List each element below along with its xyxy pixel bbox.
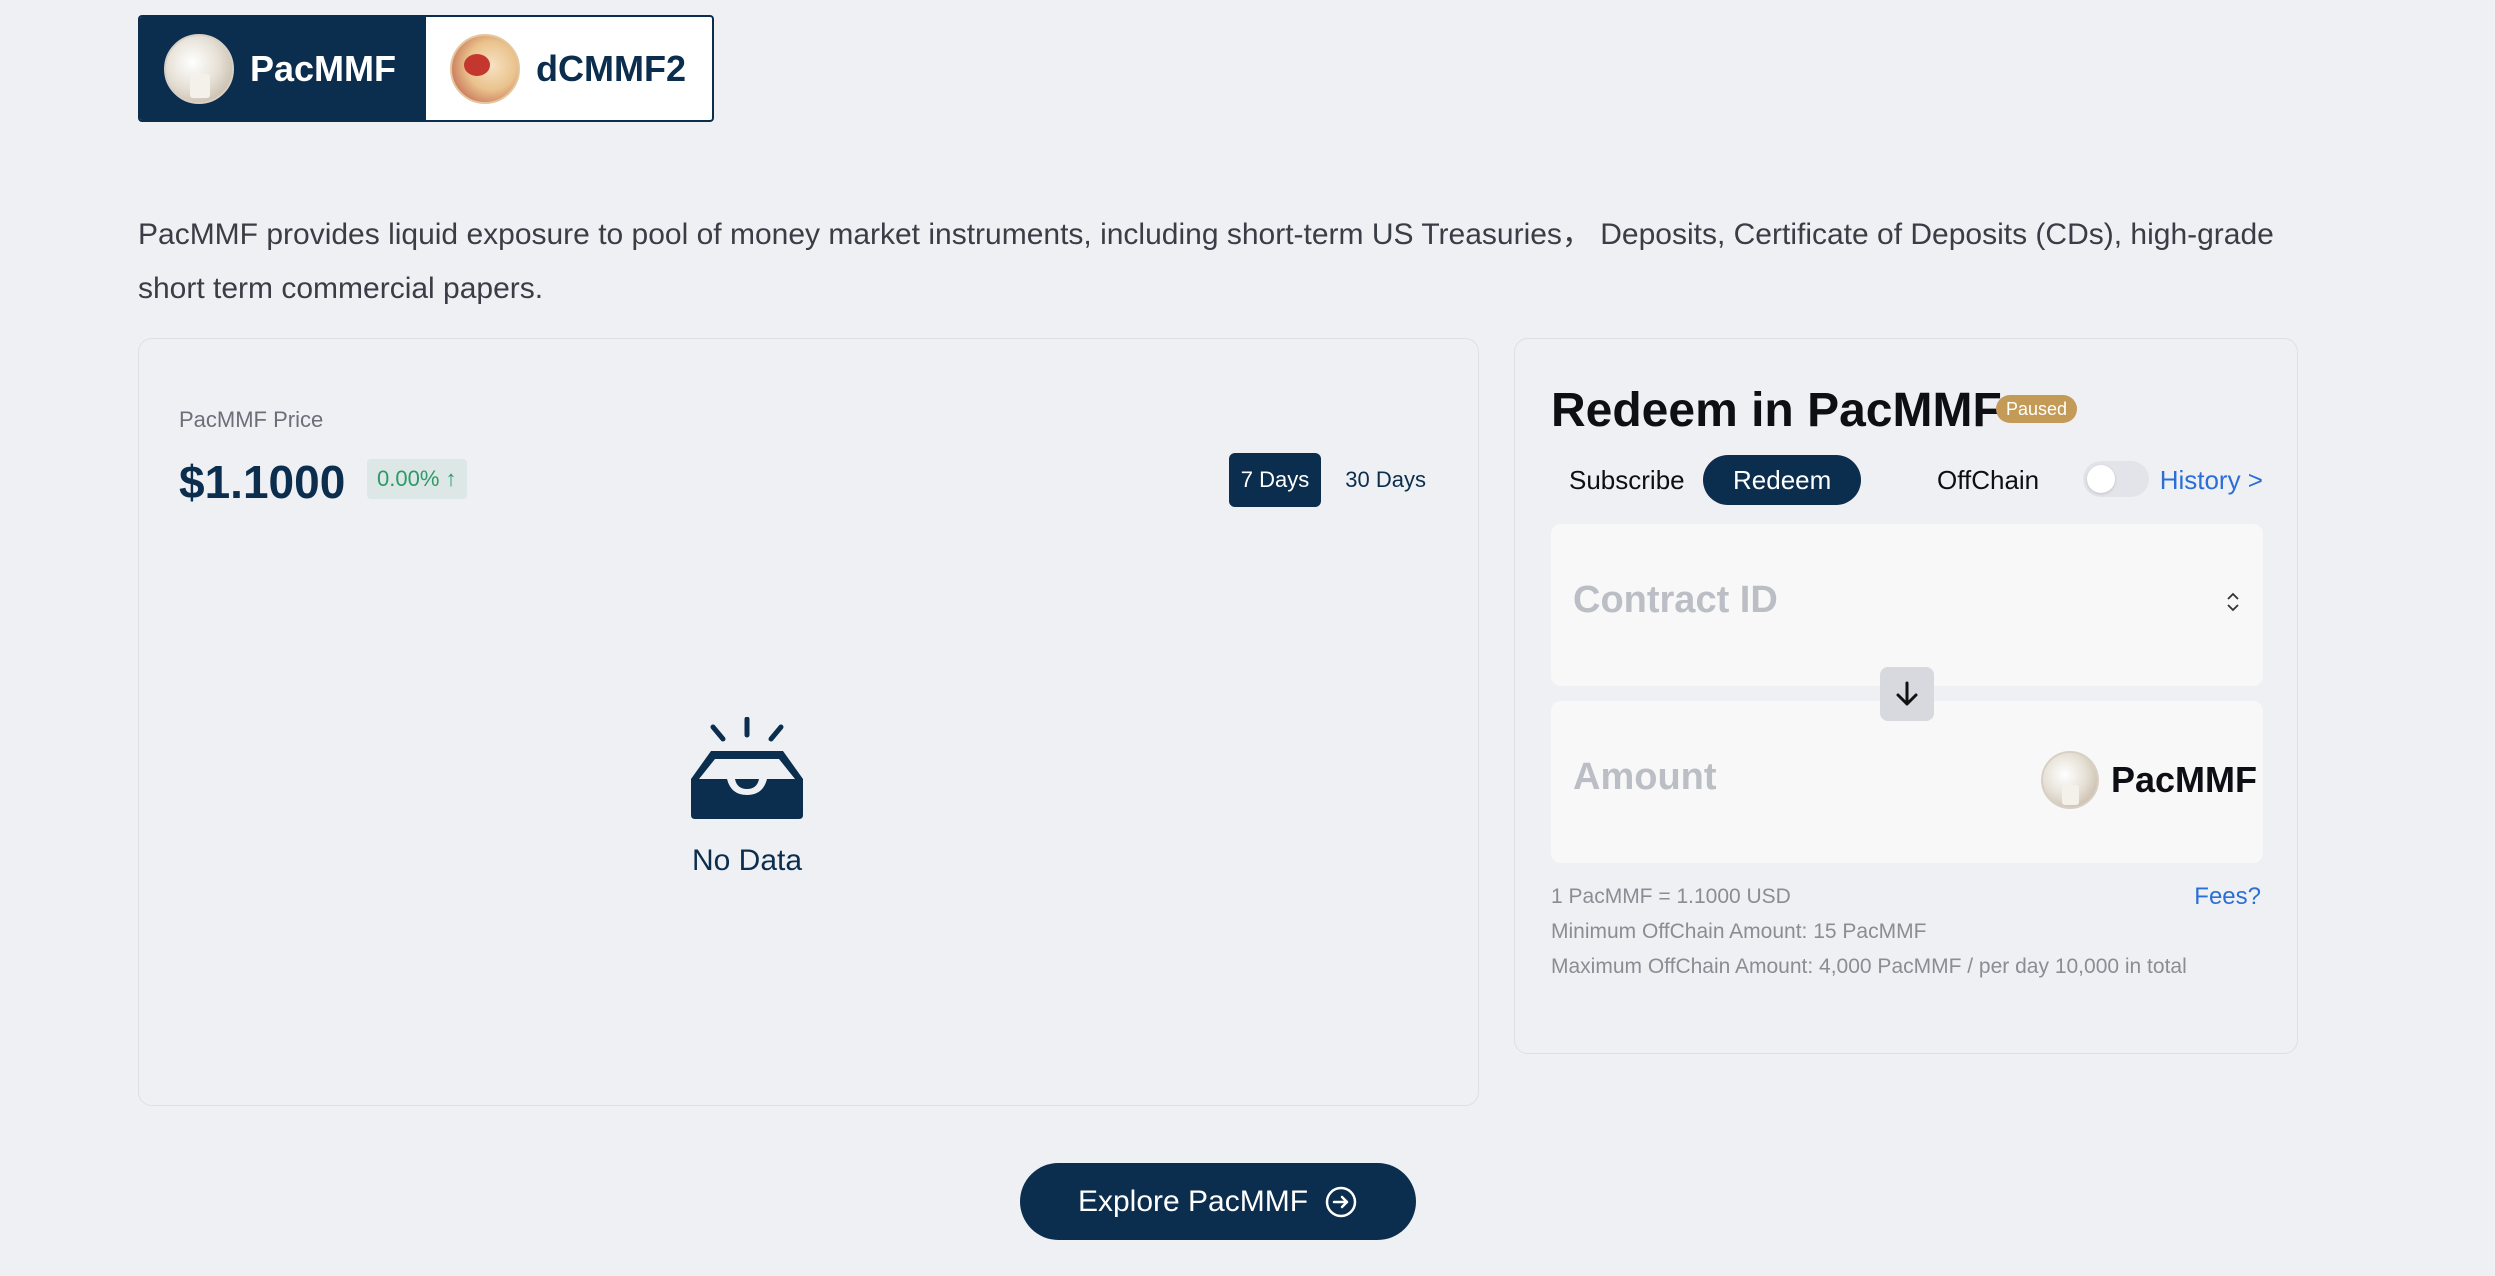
tab-subscribe[interactable]: Subscribe bbox=[1551, 455, 1703, 505]
tab-redeem[interactable]: Redeem bbox=[1703, 455, 1862, 505]
asset-tabs: PacMMF dCMMF2 bbox=[138, 15, 714, 122]
period-30-days[interactable]: 30 Days bbox=[1333, 453, 1438, 507]
asset-tab-pacmmf[interactable]: PacMMF bbox=[140, 17, 426, 120]
empty-state: No Data bbox=[547, 716, 947, 878]
price-label: PacMMF Price bbox=[179, 407, 324, 432]
explore-button[interactable]: Explore PacMMF bbox=[1020, 1163, 1416, 1240]
pacmmf-avatar bbox=[164, 33, 234, 104]
fees-link[interactable]: Fees? bbox=[2194, 879, 2261, 914]
swap-direction-button[interactable] bbox=[1880, 667, 1934, 721]
chevron-up-down-icon bbox=[2227, 592, 2239, 612]
arrow-right-circle-icon bbox=[1325, 1186, 1357, 1217]
asset-tab-label: PacMMF bbox=[250, 47, 397, 89]
empty-inbox-icon bbox=[691, 716, 803, 819]
status-badge: Paused bbox=[1996, 395, 2078, 423]
toggle-knob bbox=[2087, 465, 2115, 493]
offchain-toggle[interactable] bbox=[2083, 461, 2149, 497]
dcmmf2-avatar bbox=[450, 33, 520, 104]
redeem-card: Redeem in PacMMF Paused Subscribe Redeem… bbox=[1514, 338, 2298, 1054]
min-amount-text: Minimum OffChain Amount: 15 PacMMF bbox=[1551, 920, 1927, 943]
period-selector: 7 Days 30 Days bbox=[1228, 453, 1438, 507]
price-value: $1.1000 bbox=[179, 456, 346, 508]
amount-field[interactable]: Amount PacMMF bbox=[1551, 701, 2263, 863]
fund-description: PacMMF provides liquid exposure to pool … bbox=[138, 218, 2274, 305]
pacmmf-avatar bbox=[2040, 751, 2099, 809]
token-display: PacMMF bbox=[2040, 751, 2257, 809]
contract-id-select[interactable]: Contract ID bbox=[1551, 524, 2263, 686]
redeem-info: 1 PacMMF = 1.1000 USD Minimum OffChain A… bbox=[1551, 879, 2263, 984]
max-amount-text: Maximum OffChain Amount: 4,000 PacMMF / … bbox=[1551, 955, 2187, 978]
rate-text: 1 PacMMF = 1.1000 USD bbox=[1551, 885, 1791, 908]
asset-tab-dcmmf2[interactable]: dCMMF2 bbox=[426, 17, 712, 120]
redeem-title: Redeem in PacMMF bbox=[1551, 384, 2002, 437]
asset-tab-label: dCMMF2 bbox=[536, 47, 686, 89]
price-change-badge: 0.00% ↑ bbox=[367, 459, 467, 499]
amount-placeholder: Amount bbox=[1573, 756, 1717, 798]
offchain-label: OffChain bbox=[1937, 465, 2040, 495]
contract-id-placeholder: Contract ID bbox=[1573, 579, 1778, 621]
history-link[interactable]: History > bbox=[2160, 455, 2263, 505]
mode-row: Subscribe Redeem OffChain History > bbox=[1551, 455, 2263, 505]
empty-text: No Data bbox=[691, 844, 803, 877]
token-name: PacMMF bbox=[2110, 759, 2257, 800]
price-card: PacMMF Price $1.1000 0.00% ↑ 7 Days 30 D… bbox=[138, 338, 1479, 1106]
explore-button-label: Explore PacMMF bbox=[1077, 1184, 1309, 1218]
period-7-days[interactable]: 7 Days bbox=[1228, 453, 1322, 507]
arrow-down-icon bbox=[1896, 681, 1918, 706]
